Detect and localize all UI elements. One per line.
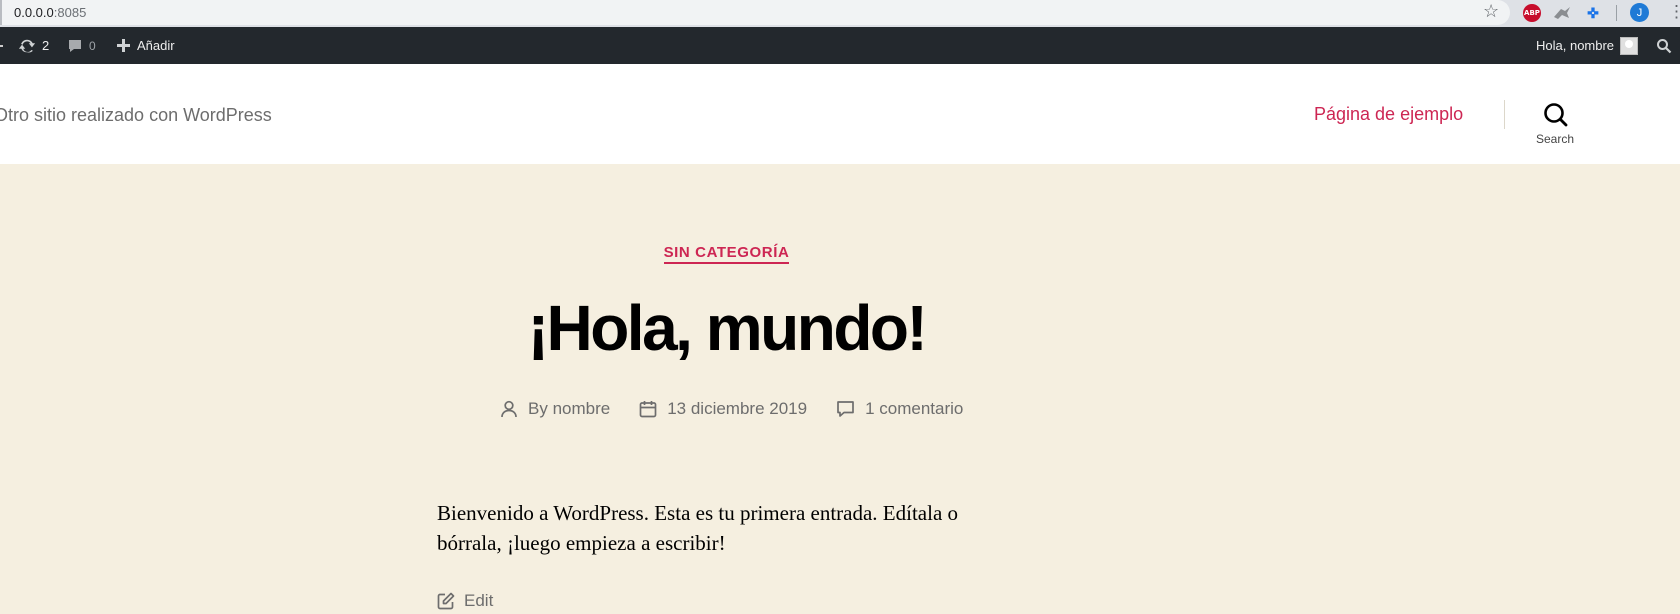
calendar-icon (639, 401, 657, 418)
url-host: 0.0.0.0 (14, 5, 54, 20)
search-toggle-label: Search (1535, 132, 1575, 146)
comment-icon (837, 401, 854, 417)
edit-icon (437, 592, 455, 610)
post-category: SIN CATEGORÍA (0, 244, 1453, 264)
search-icon (1657, 38, 1672, 53)
browser-toolbar: 0.0.0.0:8085 ☆ ABP ✜ J ⋮ (0, 0, 1680, 27)
header-divider (1504, 100, 1505, 129)
search-toggle-button[interactable]: Search (1528, 102, 1582, 152)
edit-post-link[interactable]: Edit (437, 591, 493, 611)
post-author: By nombre (500, 399, 610, 419)
comments-link[interactable]: 1 comentario (865, 399, 963, 419)
admin-bar-comments[interactable]: 0 (67, 27, 96, 64)
post-comments: 1 comentario (836, 399, 963, 419)
comments-count: 0 (89, 38, 96, 53)
post-title[interactable]: ¡Hola, mundo! (0, 290, 1453, 366)
comment-bubble-icon (69, 39, 81, 52)
post-meta: By nombre 13 diciembre 2019 1 comentario (500, 397, 992, 421)
browser-menu-icon[interactable]: ⋮ (1668, 2, 1680, 22)
admin-bar-edge-item[interactable] (0, 27, 4, 64)
site-tagline: Otro sitio realizado con WordPress (0, 105, 272, 125)
author-text: By nombre (528, 399, 611, 418)
greeting-text: Hola, nombre (1536, 38, 1615, 53)
extension-cross-icon[interactable]: ✜ (1586, 5, 1600, 21)
admin-bar-new-content[interactable]: Añadir (116, 27, 175, 64)
category-link[interactable]: SIN CATEGORÍA (663, 244, 790, 264)
plus-icon (117, 39, 130, 52)
post-excerpt: Bienvenido a WordPress. Esta es tu prime… (437, 501, 959, 555)
author-link[interactable]: nombre (553, 399, 611, 418)
admin-bar-search[interactable] (1656, 27, 1672, 64)
date-link[interactable]: 13 diciembre 2019 (667, 399, 807, 419)
refresh-icon (18, 39, 36, 53)
post-date: 13 diciembre 2019 (639, 399, 807, 419)
address-bar[interactable]: 0.0.0.0:8085 ☆ (0, 0, 1510, 25)
extension-bird-icon[interactable] (1552, 3, 1572, 23)
user-icon (501, 400, 517, 418)
wp-admin-bar: 2 0 Añadir Hola, nombre (0, 27, 1680, 64)
avatar (1620, 36, 1639, 55)
profile-avatar[interactable]: J (1630, 3, 1649, 22)
site-header: Otro sitio realizado con WordPress Págin… (0, 64, 1680, 164)
updates-count: 2 (42, 38, 50, 53)
toolbar-divider (1616, 5, 1617, 21)
url-text[interactable]: 0.0.0.0:8085 (14, 5, 86, 20)
edit-label: Edit (464, 591, 494, 610)
url-port: :8085 (53, 5, 87, 20)
search-icon (1543, 103, 1567, 127)
adblock-extension-icon[interactable]: ABP (1523, 4, 1541, 22)
new-content-label: Añadir (137, 38, 175, 53)
admin-bar-updates[interactable]: 2 (18, 27, 49, 64)
nav-link-sample-page[interactable]: Página de ejemplo (1314, 104, 1463, 125)
admin-bar-my-account[interactable]: Hola, nombre (1536, 27, 1639, 64)
bookmark-star-icon[interactable]: ☆ (1483, 1, 1499, 22)
